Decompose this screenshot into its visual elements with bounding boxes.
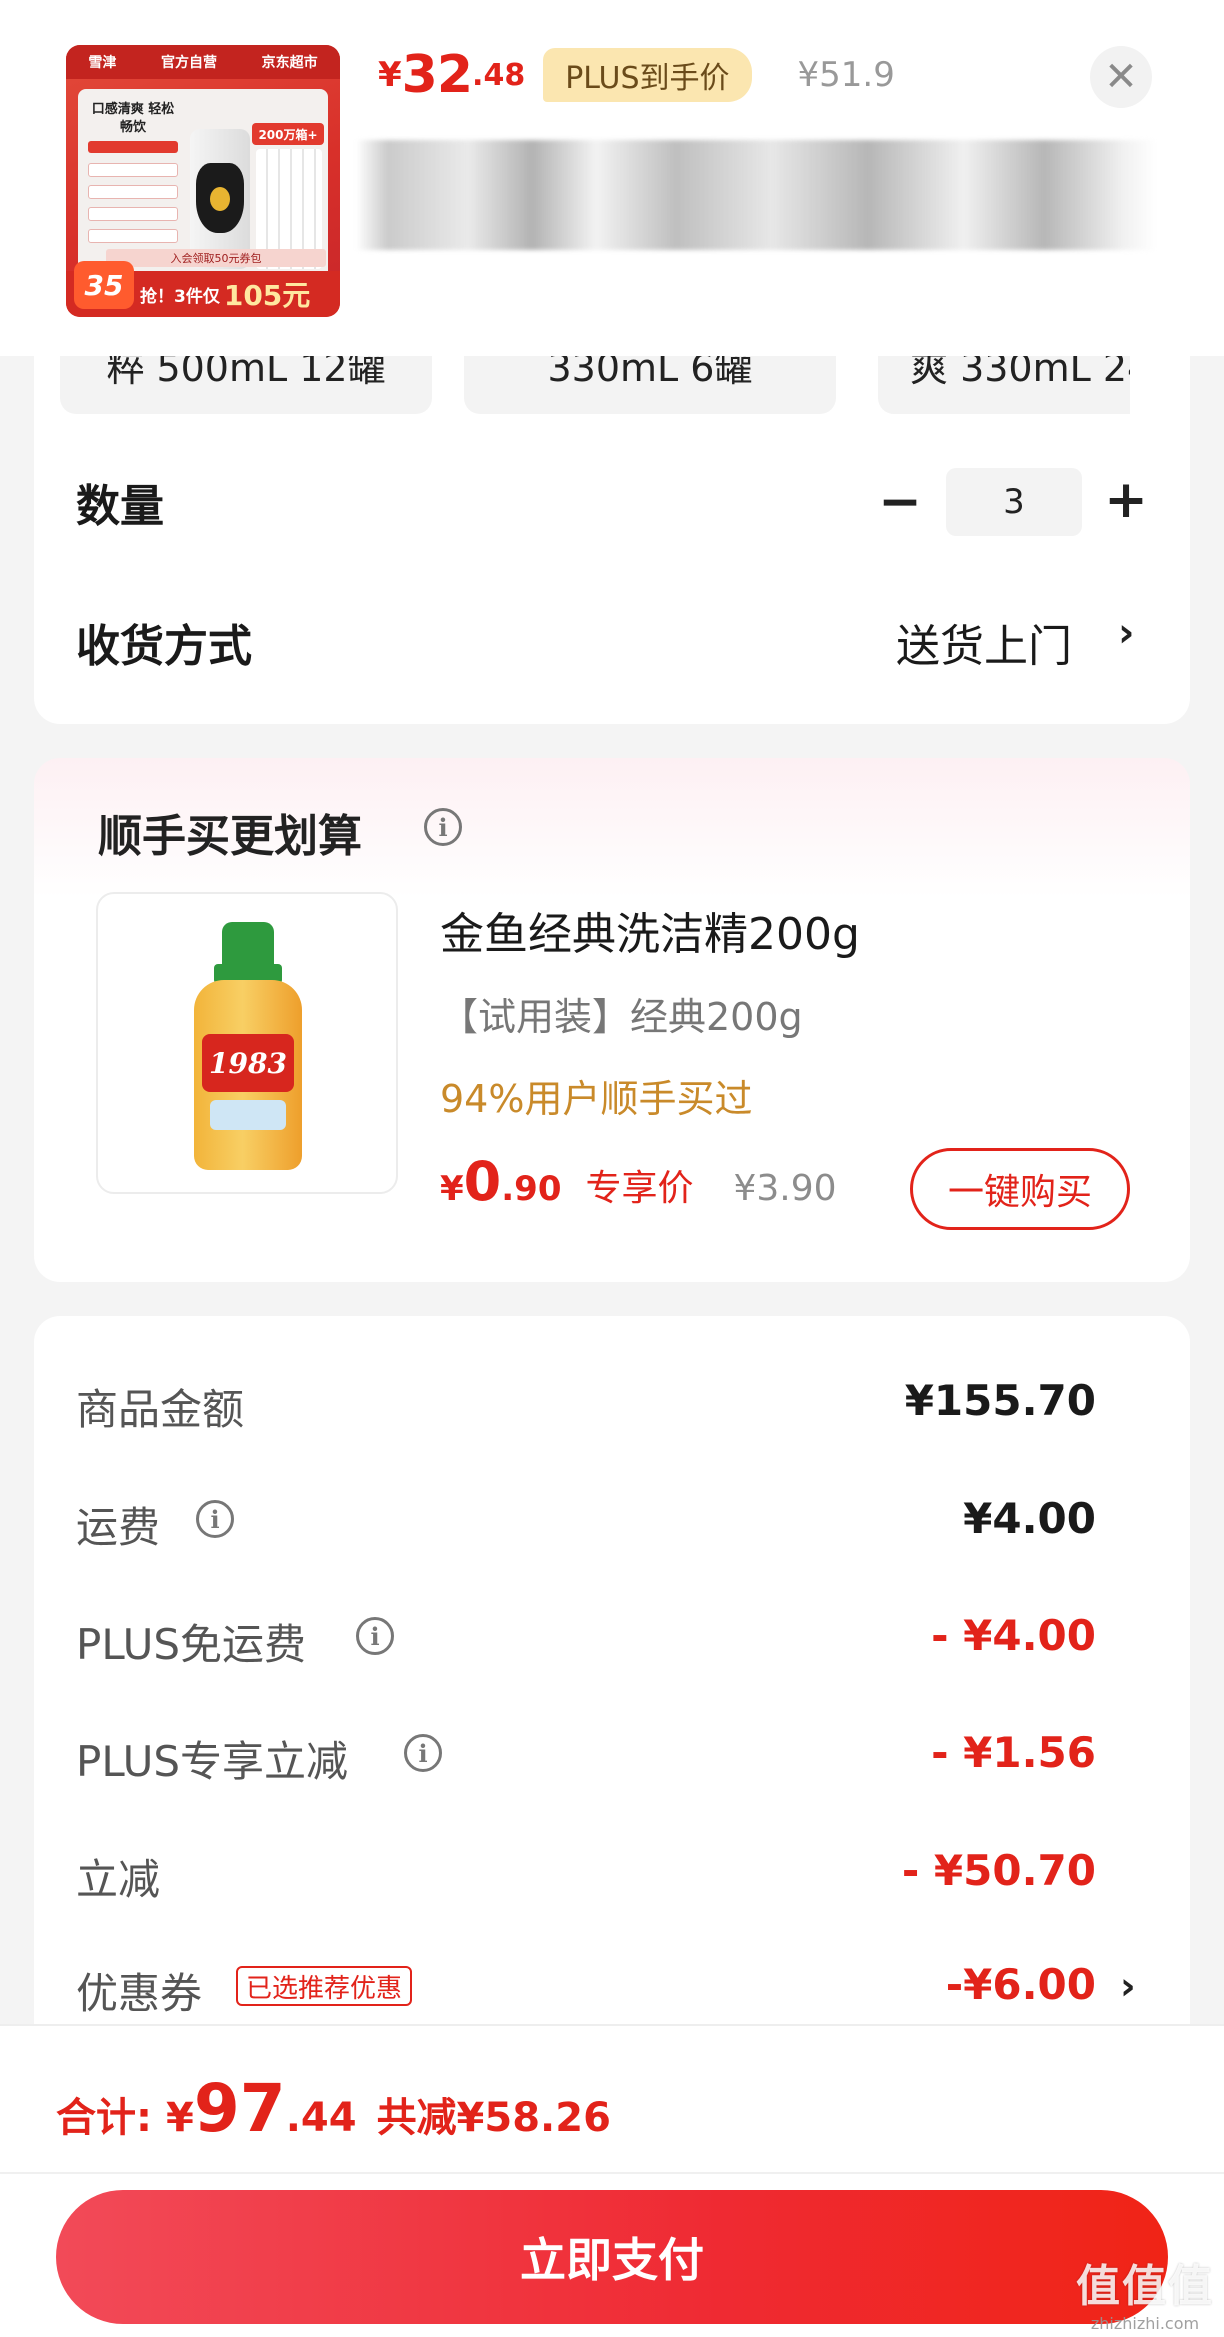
total-amount: 97	[193, 2070, 286, 2147]
thumb-slogan: 口感清爽 轻松畅饮	[91, 102, 175, 135]
addon-original-price: ¥3.90	[733, 1168, 837, 1209]
delivery-label: 收货方式	[76, 621, 252, 672]
summary-value-shipping: ¥4.00	[963, 1494, 1096, 1543]
delivery-method-value[interactable]: 送货上门	[896, 610, 1072, 674]
product-header: 雪津 官方自营 京东超市 口感清爽 轻松畅饮 200万箱+ 入会领取50元券包	[0, 0, 1224, 356]
info-icon[interactable]: i	[424, 808, 462, 846]
price-currency: ¥	[378, 55, 402, 95]
summary-value-plus-discount: - ¥1.56	[931, 1728, 1096, 1777]
summary-label-coupon[interactable]: 优惠券	[76, 1960, 202, 2021]
pay-now-button[interactable]: 立即支付	[56, 2190, 1168, 2324]
total-saved: 共减¥58.26	[376, 2095, 611, 2141]
addon-variant: 【试用装】经典200g	[440, 995, 803, 1039]
addon-product-image[interactable]: 1983	[96, 892, 398, 1194]
total-label: 合计:	[56, 2095, 152, 2141]
summary-label-plus-free-shipping: PLUS免运费	[76, 1620, 307, 1669]
product-title-redacted	[356, 140, 1156, 250]
summary-label-subtotal: 商品金额	[76, 1385, 245, 1434]
original-price: ¥51.9	[797, 55, 895, 95]
checkout-page: 粹 500mL 12罐 330mL 6罐 爽 330mL 24罐 数量 − 3 …	[0, 0, 1224, 2337]
addon-section-title: 顺手买更划算	[98, 811, 362, 862]
info-icon[interactable]: i	[356, 1617, 394, 1655]
addon-price: ¥ 0 .90 专享价 ¥3.90	[440, 1150, 837, 1213]
thumb-deal-number: 35	[74, 261, 134, 309]
quantity-input[interactable]: 3	[946, 468, 1082, 536]
quantity-label: 数量	[76, 481, 164, 532]
thumb-promo-line: 入会领取50元券包	[106, 249, 326, 267]
quantity-increase-button[interactable]: +	[1104, 470, 1148, 530]
addon-bought-rate: 94%用户顺手买过	[440, 1077, 753, 1121]
chevron-right-icon[interactable]: ›	[1120, 1964, 1136, 2008]
product-thumbnail[interactable]: 雪津 官方自营 京东超市 口感清爽 轻松畅饮 200万箱+ 入会领取50元券包	[66, 45, 340, 317]
footer-divider	[0, 2172, 1224, 2174]
close-icon[interactable]: ✕	[1090, 46, 1152, 108]
thumb-sales-badge: 200万箱+	[252, 123, 324, 145]
price-decimal: .48	[472, 57, 526, 93]
one-click-buy-button[interactable]: 一键购买	[910, 1148, 1130, 1230]
product-price: ¥ 32 .48 PLUS到手价 ¥51.9	[378, 40, 895, 110]
beer-can-image	[190, 129, 250, 269]
thumb-brand-strip: 雪津 官方自营 京东超市	[66, 45, 340, 79]
site-watermark: 值值值 zhizhizhi.com	[1076, 2261, 1214, 2333]
chevron-right-icon[interactable]: ›	[1118, 610, 1134, 656]
info-icon[interactable]: i	[404, 1734, 442, 1772]
exclusive-price-label: 专享价	[585, 1168, 694, 1209]
quantity-decrease-button[interactable]: −	[878, 472, 922, 532]
summary-label-instant-discount: 立减	[76, 1855, 161, 1904]
info-icon[interactable]: i	[196, 1500, 234, 1538]
summary-label-shipping: 运费	[76, 1503, 161, 1552]
bottle-label: 1983	[202, 1034, 294, 1092]
summary-value-subtotal: ¥155.70	[904, 1376, 1096, 1425]
plus-price-badge: PLUS到手价	[543, 48, 752, 102]
summary-value-instant-discount: - ¥50.70	[901, 1846, 1096, 1895]
summary-value-plus-free-shipping: - ¥4.00	[931, 1611, 1096, 1660]
addon-product-name[interactable]: 金鱼经典洗洁精200g	[440, 898, 860, 962]
coupon-recommended-tag: 已选推荐优惠	[236, 1966, 413, 2006]
summary-value-coupon[interactable]: -¥6.00	[946, 1960, 1096, 2009]
order-total: 合计: ¥ 97 .44 共减¥58.26	[56, 2070, 611, 2147]
summary-label-plus-discount: PLUS专享立减	[76, 1737, 349, 1786]
price-integer: 32	[401, 45, 473, 105]
